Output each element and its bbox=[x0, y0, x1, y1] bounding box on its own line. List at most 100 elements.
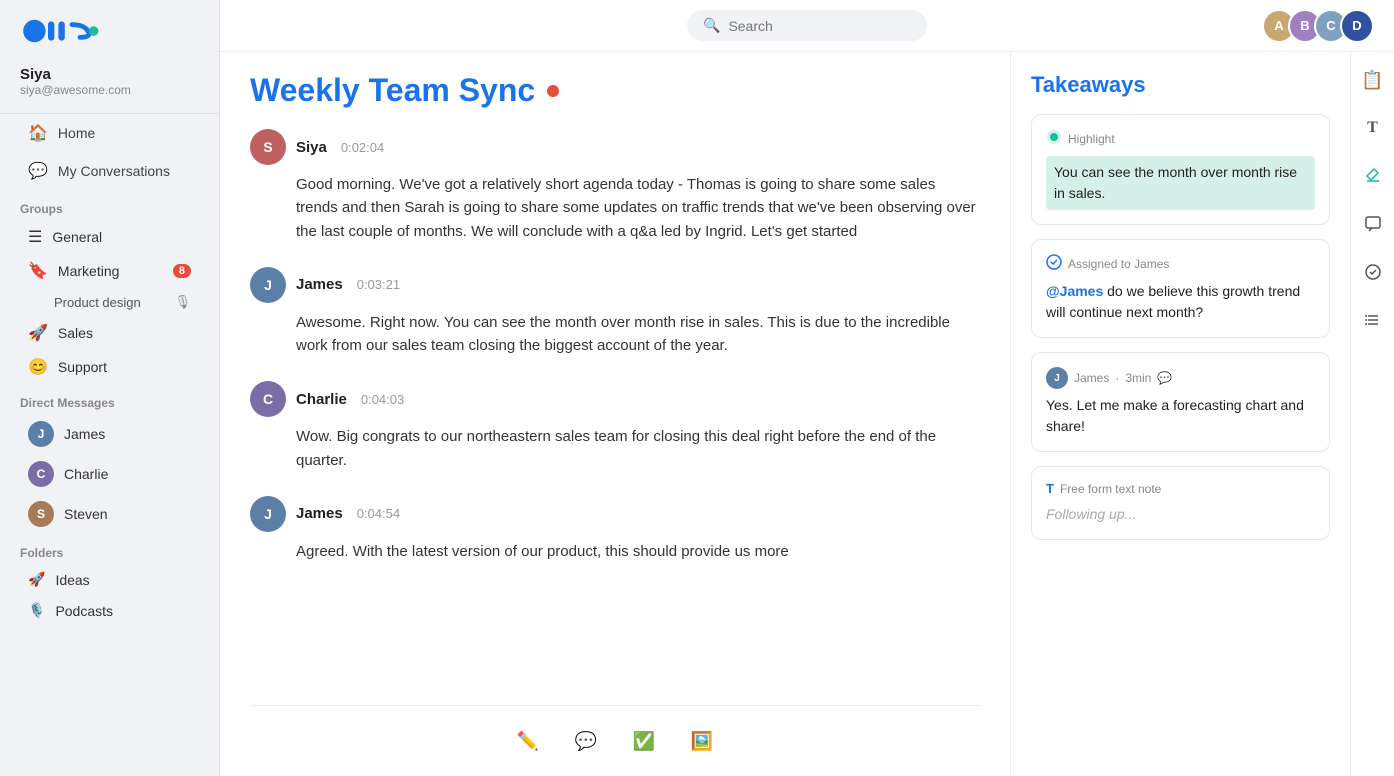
comment-button[interactable]: 💬 bbox=[567, 722, 605, 760]
highlight-type-icon bbox=[1046, 129, 1062, 148]
assign-type-icon bbox=[1046, 254, 1062, 273]
sidebar-item-label: Marketing bbox=[58, 263, 119, 279]
marketing-icon: 🔖 bbox=[28, 261, 48, 281]
sidebar-item-label: General bbox=[52, 229, 102, 245]
general-icon: ☰ bbox=[28, 227, 42, 247]
live-indicator bbox=[547, 85, 559, 97]
message-time: 0:03:21 bbox=[357, 277, 400, 292]
text-tool[interactable]: T bbox=[1357, 112, 1389, 144]
user-email: siya@awesome.com bbox=[20, 83, 199, 97]
sidebar-item-home[interactable]: 🏠 Home bbox=[8, 115, 211, 151]
message-header: J James 0:03:21 bbox=[250, 267, 980, 303]
message-header: S Siya 0:02:04 bbox=[250, 129, 980, 165]
list-tool[interactable] bbox=[1357, 304, 1389, 336]
sidebar-item-steven[interactable]: S Steven bbox=[8, 495, 211, 533]
avatar: C bbox=[250, 381, 286, 417]
message-sender: James bbox=[296, 276, 343, 293]
message-block: C Charlie 0:04:03 Wow. Big congrats to o… bbox=[250, 381, 980, 472]
search-bar[interactable]: 🔍 bbox=[687, 10, 927, 41]
takeaway-text: @James do we believe this growth trend w… bbox=[1046, 281, 1315, 323]
content-area: Weekly Team Sync S Siya 0:02:04 Good mor… bbox=[220, 52, 1394, 776]
reply-icon: 💬 bbox=[1157, 371, 1172, 385]
sidebar-item-marketing[interactable]: 🔖 Marketing 8 bbox=[8, 255, 211, 287]
reply-time: 3min bbox=[1125, 371, 1151, 385]
sidebar-item-label: Support bbox=[58, 359, 107, 375]
sidebar-item-ideas[interactable]: 🚀 Ideas bbox=[8, 565, 211, 594]
sidebar-item-label: James bbox=[64, 426, 105, 442]
image-button[interactable]: 🖼️ bbox=[683, 722, 721, 760]
takeaway-card-assigned: Assigned to James @James do we believe t… bbox=[1031, 239, 1330, 338]
podcasts-icon: 🎙️ bbox=[28, 602, 45, 619]
avatar: J bbox=[1046, 367, 1068, 389]
avatar-group: A B C D bbox=[1270, 9, 1374, 43]
sidebar-item-james[interactable]: J James bbox=[8, 415, 211, 453]
conversations-icon: 💬 bbox=[28, 161, 48, 181]
message-block: S Siya 0:02:04 Good morning. We've got a… bbox=[250, 129, 980, 243]
topbar: 🔍 A B C D bbox=[220, 0, 1394, 52]
sidebar-item-general[interactable]: ☰ General bbox=[8, 221, 211, 253]
avatar: D bbox=[1340, 9, 1374, 43]
sidebar-item-charlie[interactable]: C Charlie bbox=[8, 455, 211, 493]
message-text: Good morning. We've got a relatively sho… bbox=[250, 173, 980, 243]
takeaway-type-label: Free form text note bbox=[1060, 482, 1161, 496]
sidebar-item-product-design[interactable]: Product design 🎙 bbox=[8, 289, 211, 315]
message-header: C Charlie 0:04:03 bbox=[250, 381, 980, 417]
groups-label: Groups bbox=[0, 190, 219, 220]
sidebar-item-podcasts[interactable]: 🎙️ Podcasts bbox=[8, 596, 211, 625]
takeaway-text: You can see the month over month rise in… bbox=[1046, 156, 1315, 210]
avatar: J bbox=[28, 421, 54, 447]
mention-text: @James bbox=[1046, 283, 1103, 299]
avatar: J bbox=[250, 496, 286, 532]
sidebar-item-sales[interactable]: 🚀 Sales bbox=[8, 317, 211, 349]
avatar: C bbox=[28, 461, 54, 487]
assign-button[interactable]: ✅ bbox=[625, 722, 663, 760]
support-icon: 😊 bbox=[28, 357, 48, 377]
user-profile: Siya siya@awesome.com bbox=[0, 58, 219, 114]
takeaways-panel: Takeaways Highlight You can see the mont… bbox=[1010, 52, 1350, 776]
message-sender: Siya bbox=[296, 139, 327, 156]
message-header: J James 0:04:54 bbox=[250, 496, 980, 532]
main-area: 🔍 A B C D Weekly Team Sync S Siya bbox=[220, 0, 1394, 776]
ideas-icon: 🚀 bbox=[28, 571, 45, 588]
page-title: Weekly Team Sync bbox=[250, 72, 535, 109]
app-logo bbox=[0, 0, 219, 58]
notes-tool[interactable]: 📋 bbox=[1357, 64, 1389, 96]
avatar: J bbox=[250, 267, 286, 303]
comment-tool[interactable] bbox=[1357, 208, 1389, 240]
avatar: S bbox=[28, 501, 54, 527]
folders-label: Folders bbox=[0, 534, 219, 564]
takeaway-type-label: Assigned to James bbox=[1068, 257, 1169, 271]
search-icon: 🔍 bbox=[703, 17, 720, 34]
takeaways-title: Takeaways bbox=[1031, 72, 1330, 98]
mic-icon: 🎙 bbox=[174, 294, 191, 310]
message-time: 0:04:54 bbox=[357, 506, 400, 521]
chat-toolbar: ✏️ 💬 ✅ 🖼️ bbox=[250, 705, 980, 776]
chat-area: Weekly Team Sync S Siya 0:02:04 Good mor… bbox=[220, 52, 1010, 776]
check-tool[interactable] bbox=[1357, 256, 1389, 288]
marketing-badge: 8 bbox=[173, 264, 191, 278]
message-sender: Charlie bbox=[296, 391, 347, 408]
text-type-icon: T bbox=[1046, 481, 1054, 496]
sidebar-item-my-conversations[interactable]: 💬 My Conversations bbox=[8, 153, 211, 189]
message-text: Agreed. With the latest version of our p… bbox=[250, 540, 980, 563]
message-block: J James 0:04:54 Agreed. With the latest … bbox=[250, 496, 980, 563]
sidebar-item-label: Product design bbox=[54, 295, 141, 310]
avatar: S bbox=[250, 129, 286, 165]
message-time: 0:02:04 bbox=[341, 140, 384, 155]
takeaway-type-label: Highlight bbox=[1068, 132, 1115, 146]
sidebar-item-label: Home bbox=[58, 125, 95, 141]
takeaway-card-highlight: Highlight You can see the month over mon… bbox=[1031, 114, 1330, 225]
search-input[interactable] bbox=[728, 18, 911, 34]
dm-label: Direct Messages bbox=[0, 384, 219, 414]
message-text: Wow. Big congrats to our northeastern sa… bbox=[250, 425, 980, 472]
message-text: Awesome. Right now. You can see the mont… bbox=[250, 311, 980, 358]
highlight-button[interactable]: ✏️ bbox=[509, 722, 547, 760]
highlight-tool[interactable] bbox=[1357, 160, 1389, 192]
home-icon: 🏠 bbox=[28, 123, 48, 143]
right-toolbar: 📋 T bbox=[1350, 52, 1394, 776]
sidebar-item-support[interactable]: 😊 Support bbox=[8, 351, 211, 383]
takeaway-text: Yes. Let me make a forecasting chart and… bbox=[1046, 395, 1315, 437]
sidebar-item-label: Charlie bbox=[64, 466, 108, 482]
sidebar-item-label: Steven bbox=[64, 506, 108, 522]
user-name: Siya bbox=[20, 66, 199, 83]
